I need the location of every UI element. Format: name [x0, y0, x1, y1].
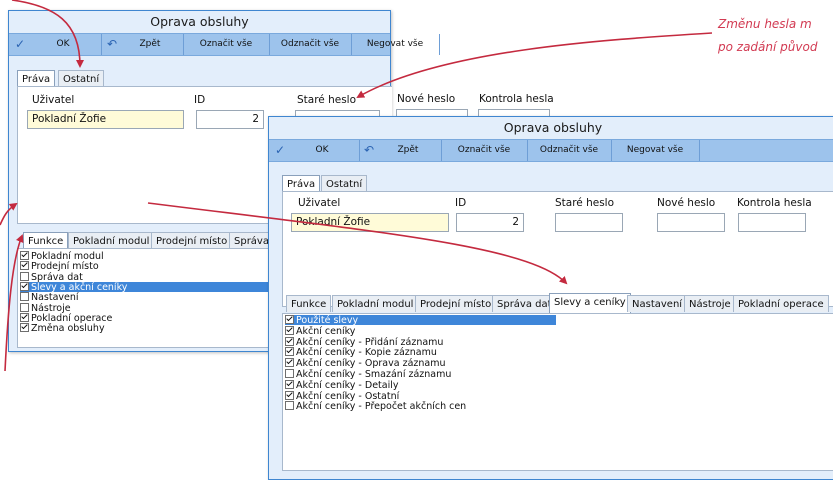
checkbox-checked[interactable]: [285, 347, 294, 357]
front-subtab-6[interactable]: Nástroje: [684, 295, 736, 312]
checkbox-checked[interactable]: [285, 315, 294, 324]
front-user-field[interactable]: Pokladní Žofie: [291, 213, 449, 232]
checkbox-checked[interactable]: [20, 251, 29, 260]
back-subtab-pokladni-modul[interactable]: Pokladní modul: [68, 232, 155, 249]
back-id-field[interactable]: 2: [196, 110, 264, 129]
front-subtab-5[interactable]: Nastavení: [627, 295, 688, 312]
back-subtab-funkce[interactable]: Funkce: [23, 232, 69, 249]
checkbox-checked[interactable]: [285, 358, 294, 368]
front-tab-ostatni[interactable]: Ostatní: [321, 175, 368, 192]
front-subtab-2[interactable]: Prodejní místo: [415, 295, 497, 312]
permission-label: Akční ceníky - Přepočet akčních cen: [296, 401, 467, 413]
front-back-button[interactable]: Zpět: [359, 140, 442, 161]
permission-item[interactable]: Pokladní operace: [20, 312, 112, 323]
back-select-all-button[interactable]: Označit vše: [183, 34, 270, 55]
back-invert-all-button[interactable]: Negovat vše: [351, 34, 440, 55]
front-old-pw-label: Staré heslo: [555, 197, 615, 209]
checkbox-checked[interactable]: [20, 281, 29, 291]
permission-item[interactable]: Prodejní místo: [20, 261, 99, 272]
front-deselect-all-button[interactable]: Odznačit vše: [527, 140, 612, 161]
permission-item[interactable]: Nastavení: [20, 292, 79, 303]
permission-item[interactable]: Změna obsluhy: [20, 323, 105, 335]
back-ok-button[interactable]: OK: [9, 34, 102, 55]
front-user-label: Uživatel: [298, 197, 341, 209]
permission-item[interactable]: Akční ceníky - Přepočet akčních cen: [285, 401, 467, 413]
back-id-label: ID: [194, 94, 206, 106]
back-subtab-prodejni-misto[interactable]: Prodejní místo: [151, 232, 233, 249]
front-window-title: Oprava obsluhy: [503, 120, 603, 135]
back-tab-ostatni[interactable]: Ostatní: [58, 70, 105, 87]
annotation-text-line2: po zadání původ: [718, 40, 818, 54]
front-id-field[interactable]: 2: [456, 213, 524, 232]
permission-item[interactable]: Akční ceníky - Ostatní: [285, 390, 400, 402]
permission-label: Akční ceníky: [296, 325, 356, 337]
front-window: Oprava obsluhy ✓ OK ↶ Zpět Označit vše O…: [268, 116, 833, 480]
front-new-pw-field[interactable]: [657, 213, 725, 232]
front-old-pw-field[interactable]: [555, 213, 623, 232]
front-check-pw-field[interactable]: [738, 213, 806, 232]
front-new-pw-label: Nové heslo: [657, 197, 716, 209]
checkbox-unchecked[interactable]: [20, 302, 29, 312]
permission-item[interactable]: Akční ceníky: [285, 325, 356, 337]
annotation-text-line1: Změnu hesla m: [718, 17, 812, 31]
permission-label: Akční ceníky - Kopie záznamu: [296, 347, 437, 359]
permission-item[interactable]: Akční ceníky - Kopie záznamu: [285, 347, 437, 359]
front-subtab-3[interactable]: Správa dat: [492, 295, 557, 312]
permission-label: Akční ceníky - Přidání záznamu: [296, 336, 444, 348]
front-subtab-4[interactable]: Slevy a ceníky: [549, 293, 631, 313]
permission-item[interactable]: Akční ceníky - Oprava záznamu: [285, 358, 446, 370]
permission-item[interactable]: Použité slevy: [285, 315, 556, 326]
checkbox-checked[interactable]: [285, 379, 294, 389]
permission-label: Použité slevy: [296, 315, 359, 326]
checkbox-unchecked[interactable]: [285, 401, 294, 411]
front-id-label: ID: [455, 197, 467, 209]
front-subtab-0[interactable]: Funkce: [286, 295, 332, 312]
back-window-title: Oprava obsluhy: [150, 14, 249, 29]
back-tab-prava[interactable]: Práva: [17, 70, 56, 87]
front-select-all-button[interactable]: Označit vše: [441, 140, 528, 161]
back-new-pw-label: Nové heslo: [397, 93, 456, 105]
back-deselect-all-button[interactable]: Odznačit vše: [269, 34, 352, 55]
permission-item[interactable]: Nástroje: [20, 302, 71, 313]
permission-item[interactable]: Slevy a akční ceníky: [20, 281, 272, 292]
permission-label: Akční ceníky - Oprava záznamu: [296, 358, 446, 370]
front-toolbar: ✓ OK ↶ Zpět Označit vše Odznačit vše Neg…: [269, 139, 833, 162]
permission-item[interactable]: Pokladní modul: [20, 251, 104, 262]
back-user-field[interactable]: Pokladní Žofie: [27, 110, 184, 129]
back-toolbar: ✓ OK ↶ Zpět Označit vše Odznačit vše Neg…: [9, 33, 440, 56]
back-user-label: Uživatel: [32, 94, 75, 106]
back-check-pw-label: Kontrola hesla: [479, 93, 554, 105]
checkbox-checked[interactable]: [20, 261, 29, 271]
checkbox-checked[interactable]: [285, 325, 294, 335]
permission-item[interactable]: Správa dat: [20, 271, 83, 282]
permission-item[interactable]: Akční ceníky - Smazání záznamu: [285, 369, 452, 380]
front-ok-button[interactable]: OK: [269, 140, 360, 161]
front-subtab-1[interactable]: Pokladní modul: [332, 295, 419, 312]
checkbox-checked[interactable]: [20, 312, 29, 322]
back-back-button[interactable]: Zpět: [101, 34, 184, 55]
front-tab-prava[interactable]: Práva: [282, 175, 321, 192]
permission-label: Akční ceníky - Smazání záznamu: [296, 369, 452, 380]
back-old-pw-label: Staré heslo: [297, 94, 357, 106]
permission-item[interactable]: Akční ceníky - Detaily: [285, 379, 399, 391]
checkbox-checked[interactable]: [285, 390, 294, 400]
permission-label: Akční ceníky - Detaily: [296, 379, 399, 391]
checkbox-checked[interactable]: [285, 336, 294, 346]
checkbox-unchecked[interactable]: [20, 292, 29, 302]
checkbox-unchecked[interactable]: [285, 369, 294, 378]
permission-label: Změna obsluhy: [31, 323, 105, 335]
checkbox-checked[interactable]: [20, 323, 29, 333]
checkbox-unchecked[interactable]: [20, 271, 29, 281]
permission-item[interactable]: Akční ceníky - Přidání záznamu: [285, 336, 444, 348]
front-invert-all-button[interactable]: Negovat vše: [611, 140, 700, 161]
front-subtab-7[interactable]: Pokladní operace: [733, 295, 829, 312]
permission-label: Akční ceníky - Ostatní: [296, 390, 400, 402]
front-check-pw-label: Kontrola hesla: [737, 197, 812, 209]
